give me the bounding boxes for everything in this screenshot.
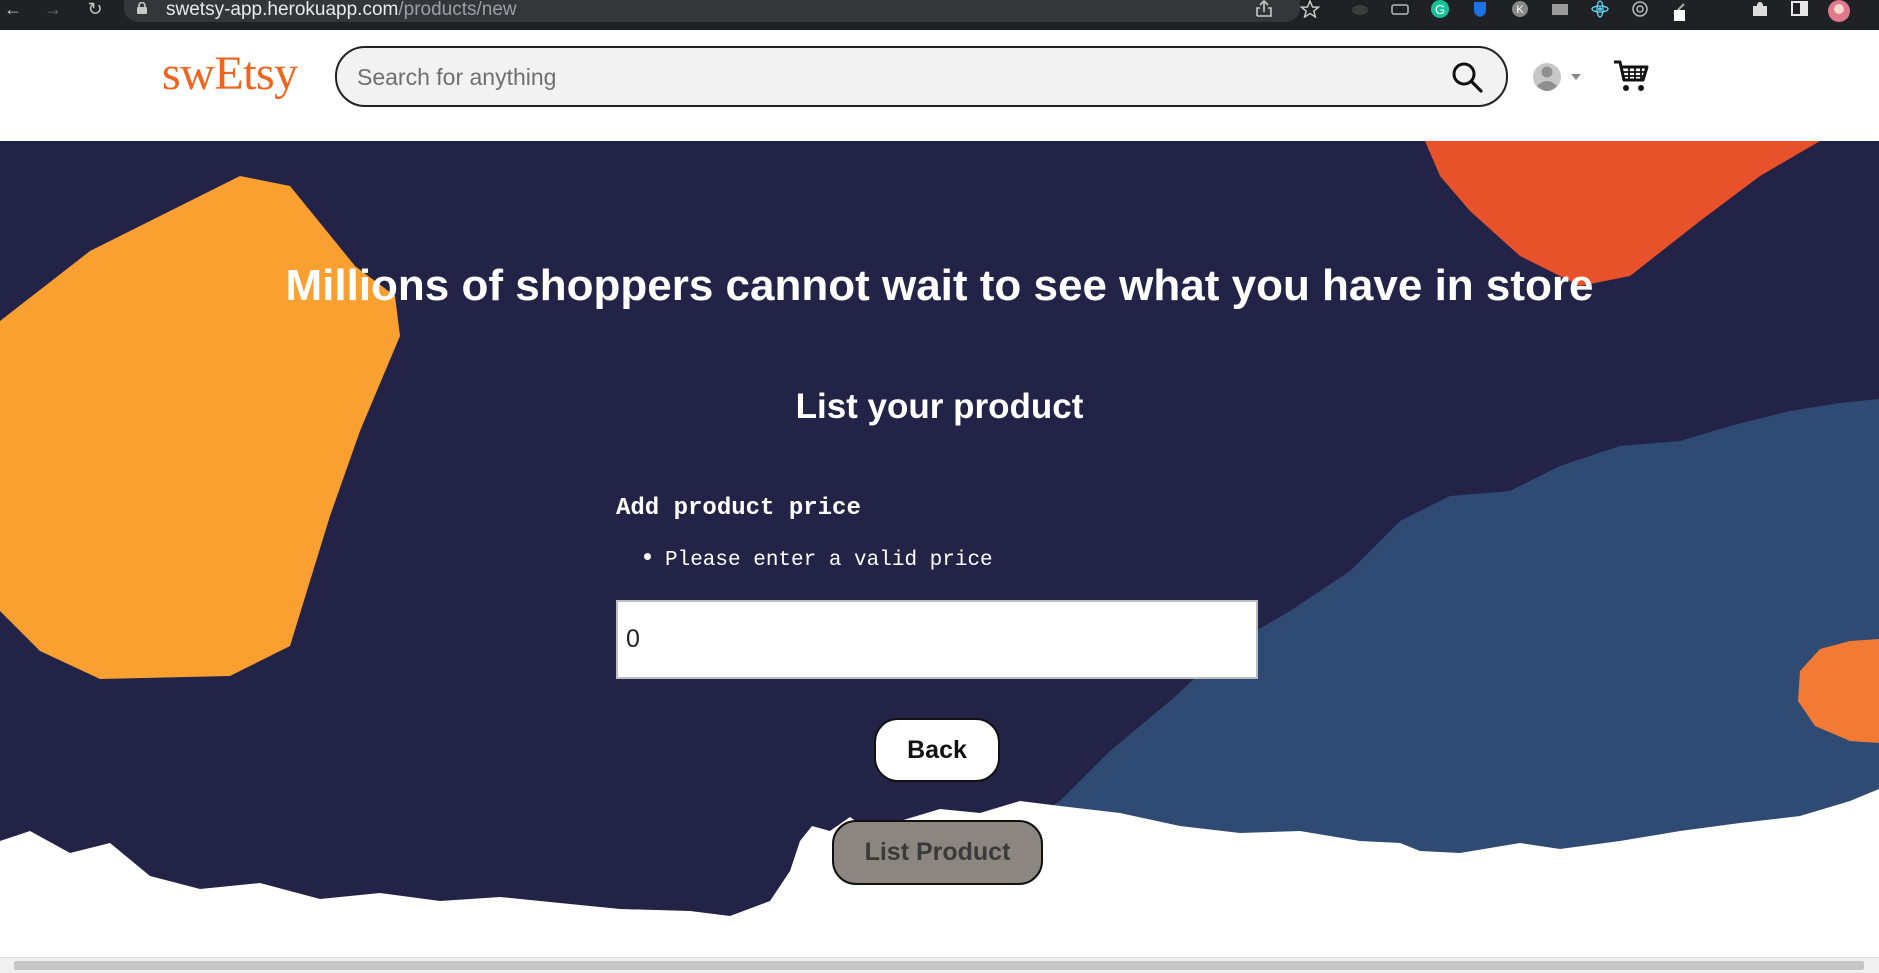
search-input[interactable]	[357, 62, 1417, 92]
grammarly-icon[interactable]: G	[1430, 0, 1450, 18]
side-panel-icon[interactable]	[1790, 0, 1810, 18]
pen-extension-icon[interactable]	[1670, 0, 1690, 21]
target-extension-icon[interactable]	[1630, 0, 1650, 18]
list-product-button[interactable]: List Product	[832, 820, 1043, 885]
share-icon[interactable]	[1254, 0, 1274, 18]
puzzle-extensions-icon[interactable]	[1750, 0, 1770, 18]
scrollbar-thumb[interactable]	[14, 961, 1864, 970]
lock-icon	[137, 2, 147, 14]
yellow-shape	[0, 176, 400, 679]
address-bar[interactable]: swetsy-app.herokuapp.com/products/new	[124, 0, 1320, 22]
search-icon[interactable]	[1450, 60, 1484, 94]
star-icon[interactable]	[1300, 0, 1320, 18]
user-avatar-icon[interactable]	[1530, 60, 1588, 94]
browser-toolbar: ← → ↻ swetsy-app.herokuapp.com/products/…	[0, 0, 1879, 30]
site-header: swEtsy	[0, 30, 1879, 141]
forward-arrow-icon[interactable]: →	[42, 0, 64, 20]
mail-extension-icon[interactable]	[1550, 0, 1570, 18]
error-item: Please enter a valid price	[644, 549, 993, 572]
error-message: Please enter a valid price	[665, 549, 993, 572]
hero-headline: Millions of shoppers cannot wait to see …	[285, 261, 1594, 310]
svg-text:K: K	[1516, 4, 1524, 16]
shopping-cart-icon[interactable]	[1612, 58, 1650, 94]
hero-section: Millions of shoppers cannot wait to see …	[0, 141, 1879, 957]
error-list: Please enter a valid price	[644, 549, 993, 572]
svg-text:G: G	[1435, 2, 1445, 17]
react-devtools-icon[interactable]	[1590, 0, 1610, 18]
shield-extension-icon[interactable]	[1470, 0, 1490, 18]
form-title: List your product	[795, 387, 1084, 426]
profile-icon[interactable]	[1826, 0, 1852, 22]
k-extension-icon[interactable]: K	[1510, 0, 1530, 18]
reload-icon[interactable]: ↻	[84, 0, 106, 20]
glasses-extension-icon[interactable]	[1390, 0, 1410, 18]
url-text: swetsy-app.herokuapp.com/products/new	[166, 0, 517, 20]
back-arrow-icon[interactable]: ←	[2, 0, 24, 20]
chevron-down-icon	[1571, 74, 1581, 80]
price-label: Add product price	[616, 495, 861, 522]
price-input[interactable]	[616, 600, 1258, 679]
search-bar	[335, 46, 1508, 107]
site-logo[interactable]: swEtsy	[162, 46, 298, 101]
back-button[interactable]: Back	[874, 718, 1000, 782]
bullet-icon	[644, 552, 651, 560]
horizontal-scrollbar[interactable]	[0, 957, 1879, 973]
cloud-extension-icon[interactable]	[1350, 0, 1370, 18]
